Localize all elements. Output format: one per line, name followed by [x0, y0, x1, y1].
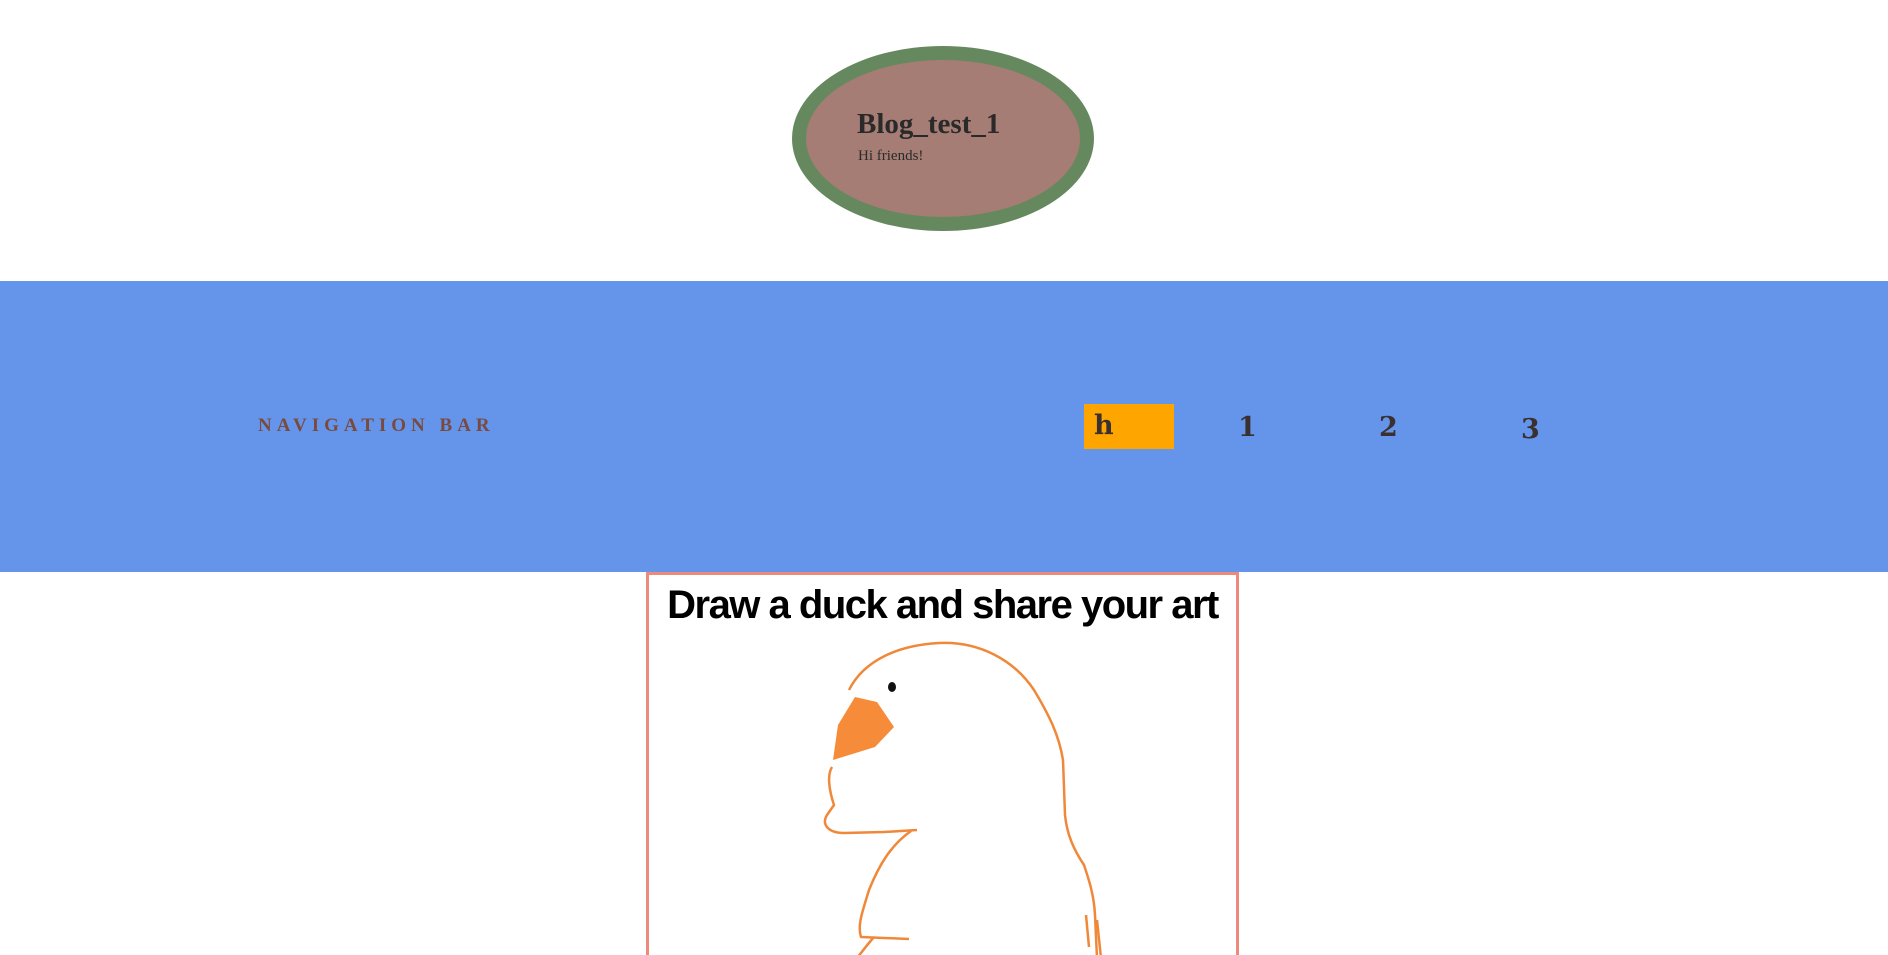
- site-title[interactable]: Blog_test_1: [857, 110, 1000, 139]
- duck-drawing-icon: [823, 641, 1102, 955]
- nav-item-2[interactable]: 2: [1379, 414, 1398, 441]
- post-card: Draw a duck and share your art: [646, 572, 1239, 955]
- nav-item-3[interactable]: 3: [1521, 416, 1540, 443]
- page: Blog_test_1 Hi friends! NAVIGATION BAR h…: [0, 0, 1888, 955]
- site-subtitle: Hi friends!: [858, 148, 924, 164]
- nav-item-h[interactable]: h: [1084, 404, 1174, 449]
- nav-item-1[interactable]: 1: [1238, 414, 1257, 441]
- nav-bar-title: NAVIGATION BAR: [258, 415, 495, 436]
